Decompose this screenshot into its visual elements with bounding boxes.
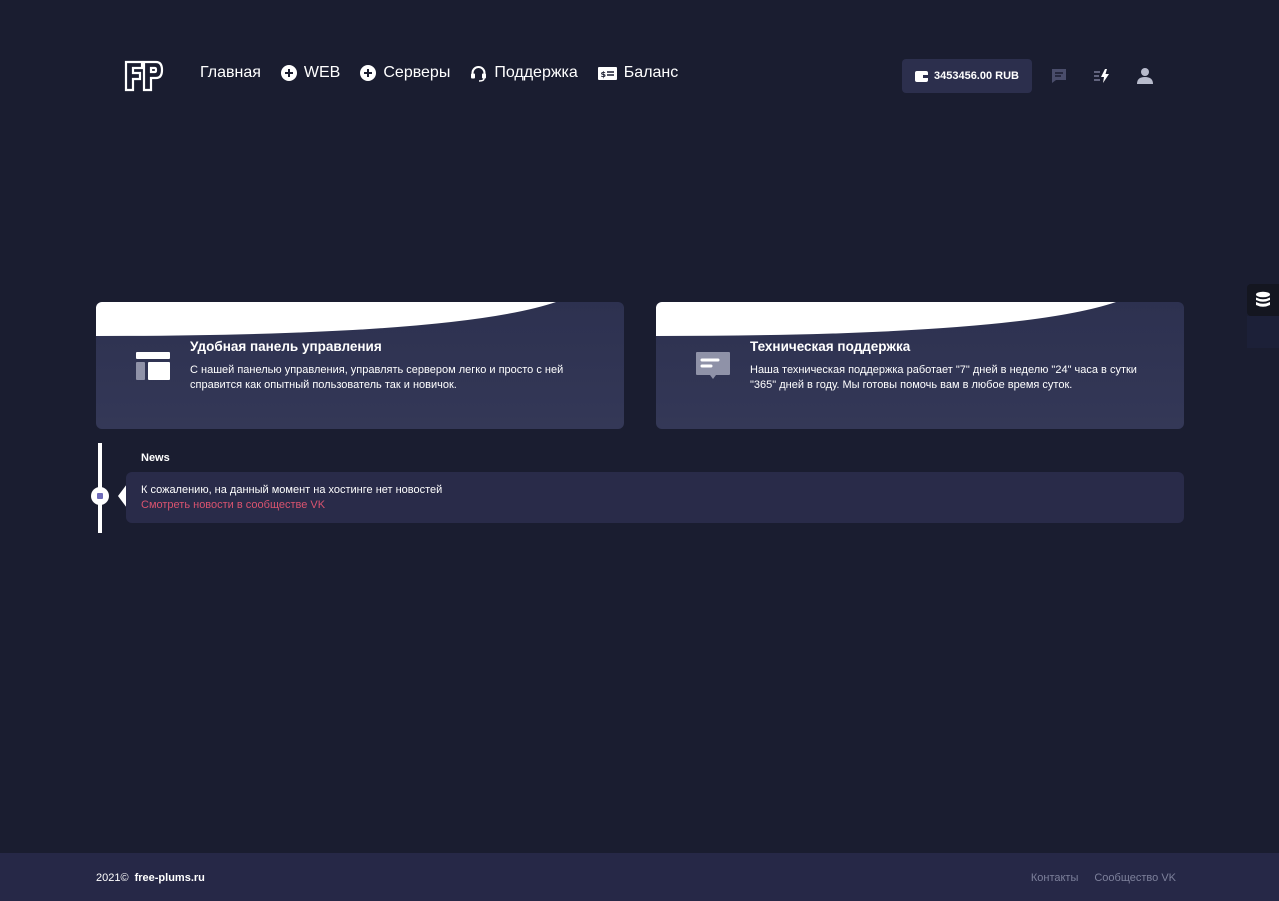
logo-icon[interactable] xyxy=(124,60,164,92)
side-tab[interactable] xyxy=(1247,316,1279,348)
footer-copyright: 2021© free-plums.ru xyxy=(96,872,205,884)
news-card: К сожалению, на данный момент на хостинг… xyxy=(126,472,1184,523)
nav-home[interactable]: Главная xyxy=(200,64,261,82)
card-wave-decoration xyxy=(656,302,1116,336)
site-name[interactable]: free-plums.ru xyxy=(135,872,205,884)
footer-link-vk[interactable]: Сообщество VK xyxy=(1094,872,1176,884)
news-vk-link[interactable]: Смотреть новости в сообществе VK xyxy=(141,499,325,511)
nav-support-label: Поддержка xyxy=(494,64,578,81)
nav-balance-label: Баланс xyxy=(623,64,679,81)
nav-support[interactable]: Поддержка xyxy=(470,64,578,82)
feature-card-support: Техническая поддержка Наша техническая п… xyxy=(656,302,1184,429)
balance-button[interactable]: 3453456.00 RUB xyxy=(902,59,1032,93)
nav-home-label: Главная xyxy=(200,64,261,81)
nav-balance[interactable]: $ Баланс xyxy=(597,64,679,82)
feature-text: С нашей панелью управления, управлять се… xyxy=(190,364,564,391)
copyright-year: 2021© xyxy=(96,872,129,884)
timeline-dot xyxy=(91,487,109,505)
card-wave-decoration xyxy=(96,302,556,336)
cash-icon: $ xyxy=(597,66,617,80)
plus-circle-icon xyxy=(280,65,297,81)
nav-servers[interactable]: Серверы xyxy=(360,64,450,82)
wallet-icon xyxy=(914,70,928,82)
nav-web[interactable]: WEB xyxy=(280,64,341,82)
footer-links: Контакты Сообщество VK xyxy=(1031,872,1176,884)
footer-link-contacts[interactable]: Контакты xyxy=(1031,872,1079,884)
news-title: News xyxy=(141,452,170,464)
feature-text: Наша техническая поддержка работает "7" … xyxy=(750,364,1137,391)
chat-icon[interactable] xyxy=(1050,67,1068,85)
user-icon[interactable] xyxy=(1136,67,1154,85)
side-database-widget[interactable] xyxy=(1247,284,1279,316)
database-icon xyxy=(1256,291,1270,307)
headset-icon xyxy=(471,65,487,82)
svg-text:$: $ xyxy=(600,70,606,79)
dashboard-icon xyxy=(136,352,170,380)
news-empty-text: К сожалению, на данный момент на хостинг… xyxy=(141,484,443,496)
plus-circle-icon xyxy=(360,65,377,81)
main-nav: Главная WEB Серверы Поддержка $ Баланс xyxy=(200,64,678,82)
footer: 2021© free-plums.ru Контакты Сообщество V… xyxy=(0,853,1279,901)
nav-web-label: WEB xyxy=(303,64,341,81)
header: Главная WEB Серверы Поддержка $ Баланс 3… xyxy=(0,0,1279,150)
feature-title: Удобная панель управления xyxy=(190,339,382,354)
activity-icon[interactable] xyxy=(1093,67,1111,85)
nav-servers-label: Серверы xyxy=(383,64,451,81)
message-icon xyxy=(696,352,730,379)
feature-title: Техническая поддержка xyxy=(750,339,911,354)
balance-amount: 3453456.00 RUB xyxy=(933,70,1019,82)
feature-card-panel: Удобная панель управления С нашей панель… xyxy=(96,302,624,429)
